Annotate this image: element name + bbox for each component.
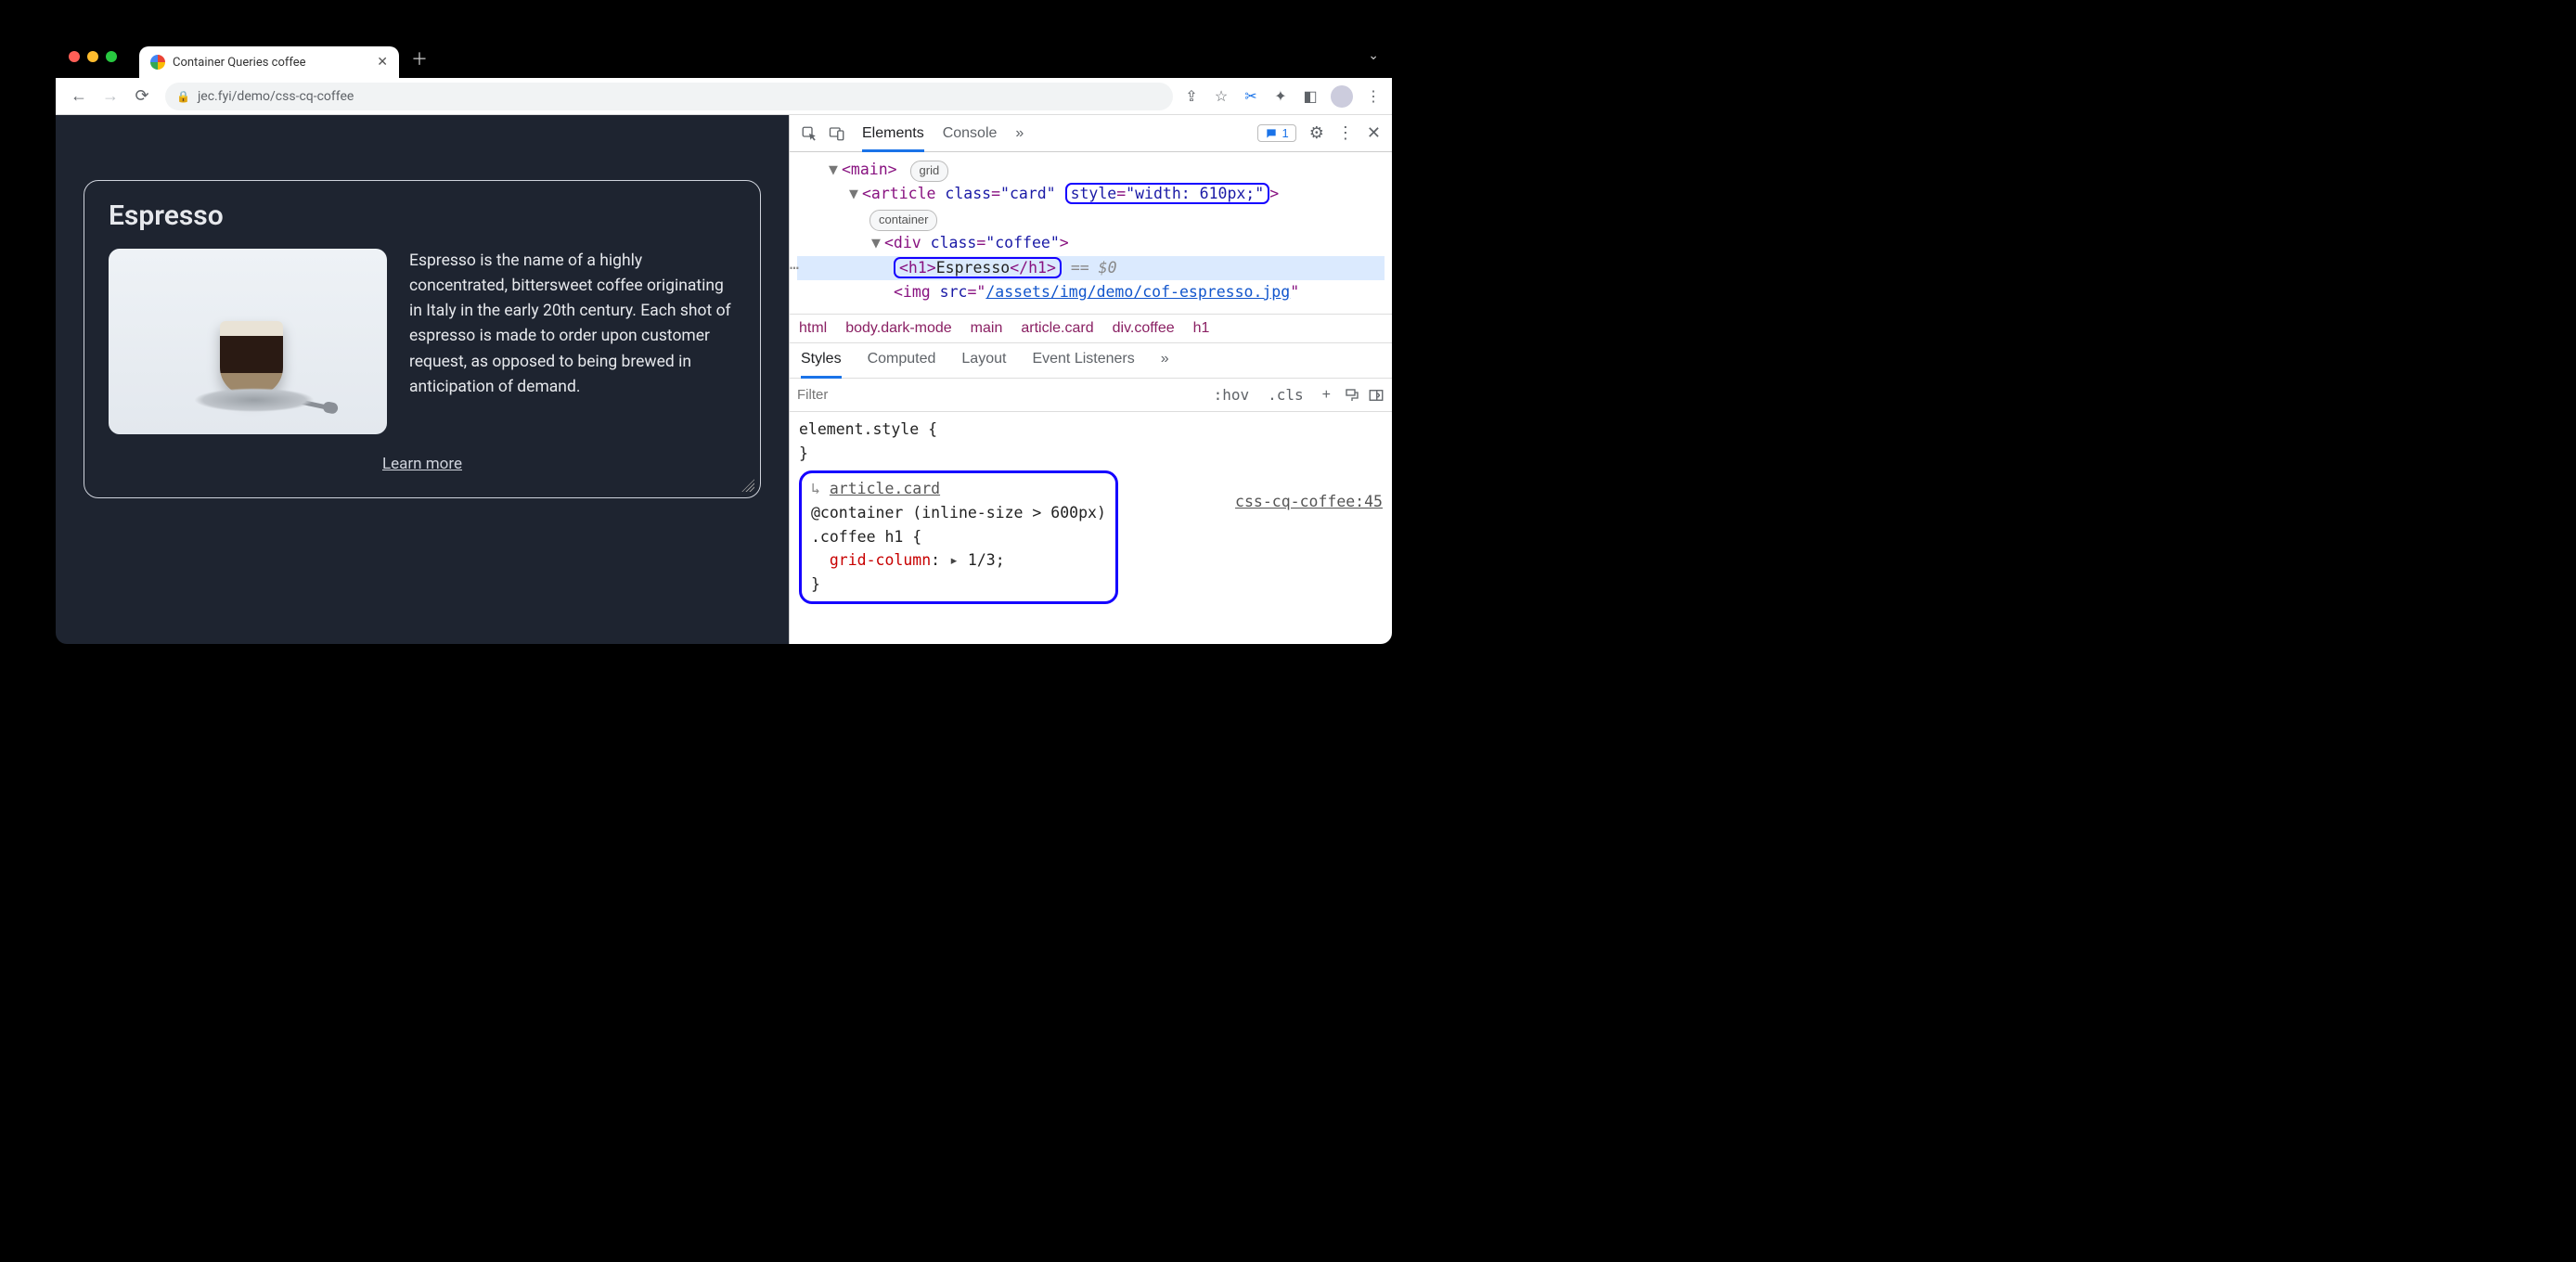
- dom-badge-container-row: container: [797, 207, 1385, 231]
- dom-tree[interactable]: ▼<main> grid ▼<article class="card" styl…: [790, 152, 1392, 314]
- extensions-icon[interactable]: ✦: [1271, 87, 1290, 106]
- issues-badge[interactable]: 1: [1257, 124, 1296, 142]
- crumb-div[interactable]: div.coffee: [1113, 320, 1175, 337]
- inspect-icon[interactable]: [801, 125, 818, 142]
- kebab-menu-icon[interactable]: ⋮: [1364, 87, 1383, 106]
- chat-icon: [1265, 127, 1278, 140]
- browser-tab[interactable]: Container Queries coffee ✕: [139, 46, 399, 78]
- styles-rules[interactable]: element.style { } css-cq-coffee:45 ↳ art…: [790, 412, 1392, 610]
- tab-computed[interactable]: Computed: [868, 351, 936, 378]
- favicon-icon: [150, 55, 165, 70]
- tab-more[interactable]: »: [1015, 125, 1024, 142]
- learn-more-link[interactable]: Learn more: [382, 455, 462, 473]
- crumb-article[interactable]: article.card: [1021, 320, 1093, 337]
- sidebar-toggle-icon[interactable]: [1368, 387, 1385, 404]
- tab-strip: Container Queries coffee ✕ ＋ ⌄: [56, 39, 1392, 78]
- reload-button[interactable]: ⟳: [128, 83, 156, 110]
- tab-layout[interactable]: Layout: [961, 351, 1006, 378]
- paint-icon[interactable]: [1344, 387, 1360, 404]
- tab-elements[interactable]: Elements: [862, 125, 924, 152]
- devtools-close-icon[interactable]: ✕: [1367, 123, 1381, 143]
- espresso-image: [109, 249, 387, 434]
- devtools-right-group: 1 ⚙ ⋮ ✕: [1257, 123, 1381, 143]
- highlight-style-attr: style="width: 610px;": [1065, 183, 1270, 204]
- styles-filter-bar: :hov .cls +: [790, 379, 1392, 412]
- resize-handle-icon[interactable]: [741, 479, 754, 492]
- address-bar[interactable]: 🔒 jec.fyi/demo/css-cq-coffee: [165, 83, 1173, 110]
- crumb-h1[interactable]: h1: [1193, 320, 1210, 337]
- crumb-html[interactable]: html: [799, 320, 827, 337]
- browser-toolbar: ← → ⟳ 🔒 jec.fyi/demo/css-cq-coffee ⇪ ☆ ✂…: [56, 78, 1392, 115]
- card-title: Espresso: [109, 200, 736, 232]
- hov-toggle[interactable]: :hov: [1208, 384, 1256, 406]
- content-area: Espresso Espresso is the name of a highl…: [56, 115, 1392, 644]
- profile-avatar[interactable]: [1331, 85, 1353, 108]
- devtools-toolbar: Elements Console » 1 ⚙ ⋮ ✕: [790, 115, 1392, 152]
- dom-node-img[interactable]: <img src="/assets/img/demo/cof-espresso.…: [797, 280, 1385, 304]
- css-value[interactable]: 1/3: [968, 551, 996, 569]
- devtools-tabs: Elements Console »: [862, 125, 1024, 142]
- side-panel-icon[interactable]: ◧: [1301, 87, 1320, 106]
- devtools-kebab-icon[interactable]: ⋮: [1337, 123, 1354, 143]
- crumb-main[interactable]: main: [971, 320, 1003, 337]
- source-location[interactable]: css-cq-coffee:45: [1235, 490, 1383, 514]
- tab-styles-more[interactable]: »: [1161, 351, 1169, 378]
- highlight-h1: <h1>Espresso</h1>: [894, 257, 1062, 278]
- new-tab-button[interactable]: ＋: [406, 45, 432, 71]
- device-toggle-icon[interactable]: [829, 125, 845, 142]
- tab-event-listeners[interactable]: Event Listeners: [1032, 351, 1134, 378]
- settings-gear-icon[interactable]: ⚙: [1309, 123, 1324, 143]
- scissors-icon[interactable]: ✂: [1242, 87, 1260, 106]
- new-rule-button[interactable]: +: [1317, 385, 1336, 406]
- maximize-window-button[interactable]: [106, 51, 117, 62]
- cls-toggle[interactable]: .cls: [1262, 384, 1309, 406]
- devtools-picker-group: [801, 125, 845, 142]
- crumb-body[interactable]: body.dark-mode: [845, 320, 951, 337]
- tab-console[interactable]: Console: [943, 125, 998, 142]
- coffee-card: Espresso Espresso is the name of a highl…: [84, 180, 761, 498]
- window-controls: [69, 51, 117, 62]
- styles-panel-tabs: Styles Computed Layout Event Listeners »: [790, 343, 1392, 379]
- rendered-page: Espresso Espresso is the name of a highl…: [56, 115, 789, 644]
- lock-icon: 🔒: [176, 90, 190, 103]
- tab-styles[interactable]: Styles: [801, 351, 842, 379]
- close-tab-button[interactable]: ✕: [377, 55, 388, 70]
- dom-node-h1-selected[interactable]: <h1>Espresso</h1> == $0: [797, 256, 1385, 280]
- minimize-window-button[interactable]: [87, 51, 98, 62]
- dom-breadcrumbs: html body.dark-mode main article.card di…: [790, 314, 1392, 343]
- url-text: jec.fyi/demo/css-cq-coffee: [198, 89, 354, 104]
- selector-text: .coffee h1 {: [811, 528, 921, 546]
- badge-container[interactable]: container: [869, 210, 937, 231]
- rule-element-style[interactable]: element.style { }: [799, 418, 1383, 465]
- card-description: Espresso is the name of a highly concent…: [409, 249, 736, 434]
- styles-filter-input[interactable]: [797, 387, 1201, 403]
- ancestor-link[interactable]: article.card: [830, 480, 940, 497]
- close-window-button[interactable]: [69, 51, 80, 62]
- dom-node-main[interactable]: ▼<main> grid: [797, 158, 1385, 182]
- share-icon[interactable]: ⇪: [1182, 87, 1201, 106]
- browser-window: Container Queries coffee ✕ ＋ ⌄ ← → ⟳ 🔒 j…: [56, 39, 1392, 644]
- badge-grid[interactable]: grid: [910, 161, 949, 182]
- tab-title: Container Queries coffee: [173, 56, 306, 70]
- container-query-rule-highlight: ↳ article.card @container (inline-size >…: [799, 470, 1118, 604]
- container-query-text: @container (inline-size > 600px): [811, 504, 1106, 522]
- css-property[interactable]: grid-column: [830, 551, 931, 569]
- forward-button[interactable]: →: [97, 83, 124, 110]
- dom-node-div[interactable]: ▼<div class="coffee">: [797, 231, 1385, 255]
- star-icon[interactable]: ☆: [1212, 87, 1230, 106]
- dom-node-article[interactable]: ▼<article class="card" style="width: 610…: [797, 182, 1385, 206]
- devtools-panel: Elements Console » 1 ⚙ ⋮ ✕ ▼<main>: [789, 115, 1392, 644]
- back-button[interactable]: ←: [65, 83, 93, 110]
- learn-more-row: Learn more: [109, 455, 736, 473]
- toolbar-actions: ⇪ ☆ ✂ ✦ ◧ ⋮: [1182, 85, 1383, 108]
- window-menu-button[interactable]: ⌄: [1368, 48, 1379, 63]
- card-body: Espresso is the name of a highly concent…: [109, 249, 736, 434]
